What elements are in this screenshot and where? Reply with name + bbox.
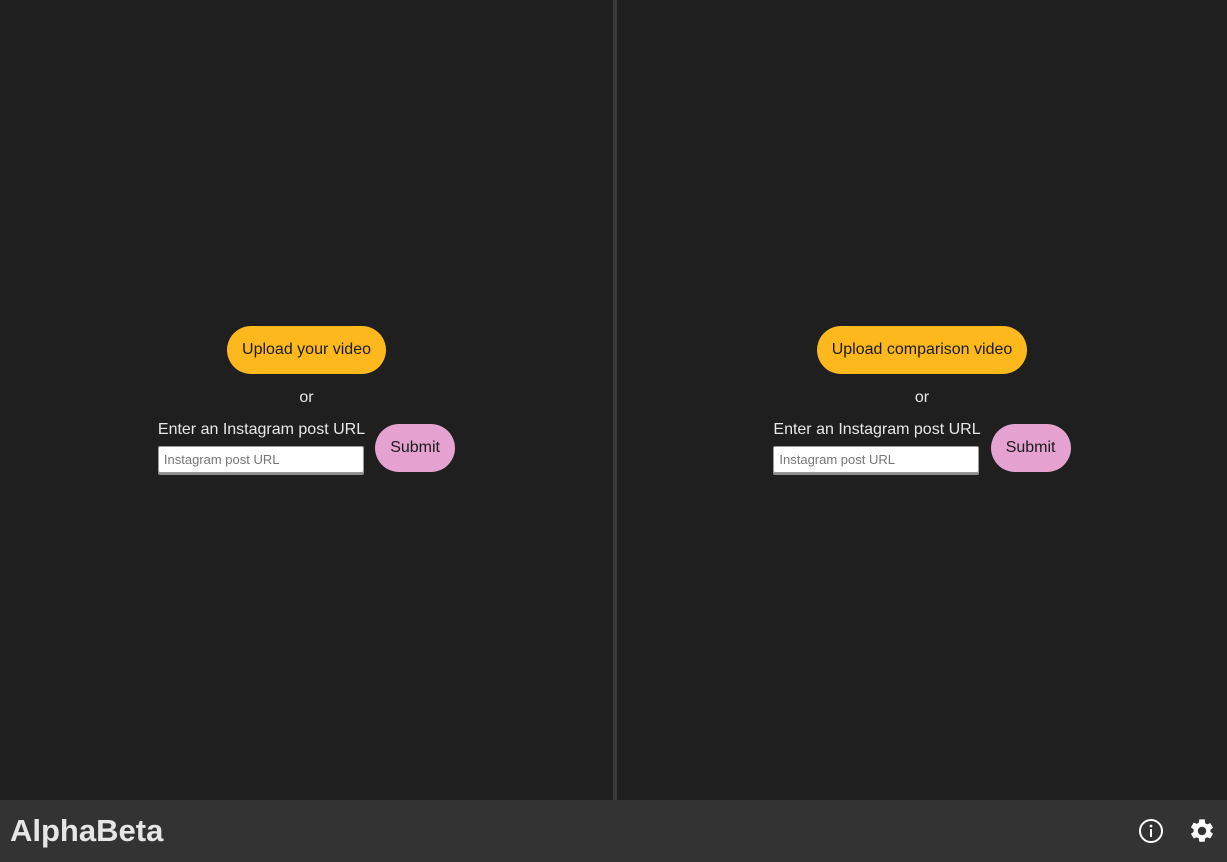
upload-video-button[interactable]: Upload your video xyxy=(227,326,386,374)
submit-button[interactable]: Submit xyxy=(375,424,456,472)
url-label: Enter an Instagram post URL xyxy=(157,421,366,438)
left-upload-panel: Upload your video or Enter an Instagram … xyxy=(0,326,613,473)
or-separator: or xyxy=(914,389,930,406)
url-label: Enter an Instagram post URL xyxy=(773,421,981,438)
instagram-url-input[interactable] xyxy=(157,446,364,473)
url-form: Enter an Instagram post URL Submit xyxy=(157,421,456,473)
left-video-pane: Upload your video or Enter an Instagram … xyxy=(0,0,613,800)
brand-logo: AlphaBeta xyxy=(10,813,164,848)
upload-comparison-video-button[interactable]: Upload comparison video xyxy=(816,326,1028,374)
footer-bar: AlphaBeta xyxy=(0,800,1227,862)
url-form: Enter an Instagram post URL Submit xyxy=(773,421,1071,473)
submit-button[interactable]: Submit xyxy=(990,424,1071,472)
info-icon[interactable] xyxy=(1136,816,1166,846)
right-upload-panel: Upload comparison video or Enter an Inst… xyxy=(617,326,1227,473)
right-video-pane: Upload comparison video or Enter an Inst… xyxy=(617,0,1227,800)
or-separator: or xyxy=(299,389,314,406)
instagram-url-input[interactable] xyxy=(773,446,980,473)
gear-icon[interactable] xyxy=(1187,816,1217,846)
main-area: Upload your video or Enter an Instagram … xyxy=(0,0,1227,800)
footer-icons xyxy=(1136,816,1217,846)
